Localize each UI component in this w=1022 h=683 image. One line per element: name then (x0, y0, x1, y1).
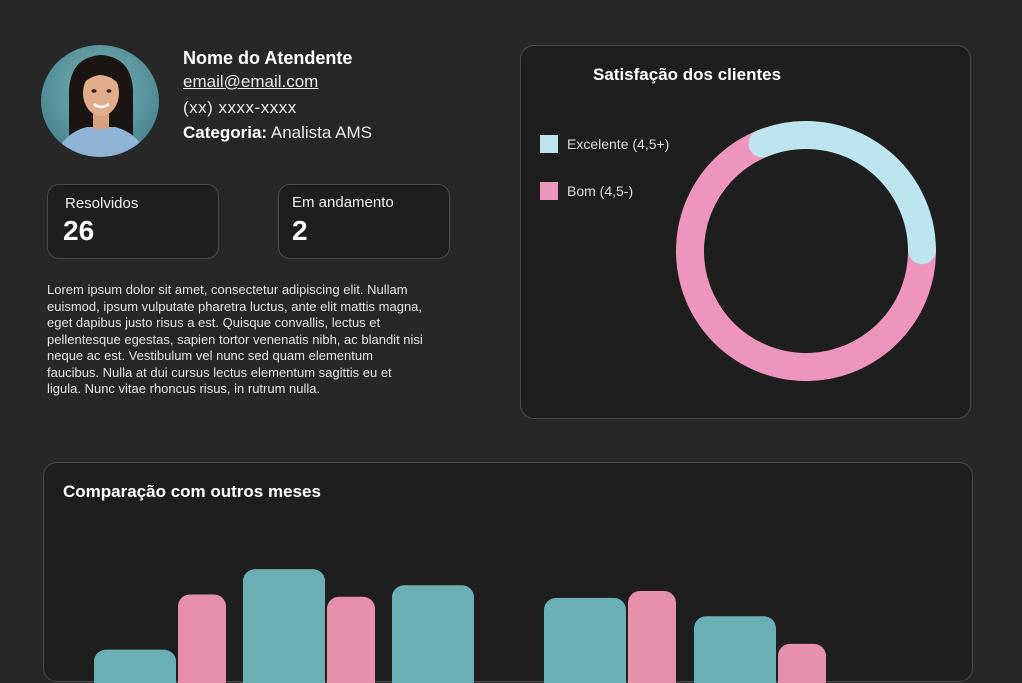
category-value: Analista AMS (267, 123, 372, 142)
comparison-bar-chart (94, 569, 826, 683)
attendant-profile: Nome do Atendente email@email.com (xx) x… (183, 46, 372, 144)
comparison-card: Comparação com outros meses (43, 462, 973, 683)
attendant-avatar (41, 45, 159, 157)
legend-item-excellent: Excelente (4,5+) (540, 135, 669, 153)
in-progress-label: Em andamento (292, 194, 394, 211)
legend-swatch-excellent (540, 135, 558, 153)
resolved-value: 26 (63, 215, 95, 246)
attendant-email-link[interactable]: email@email.com (183, 70, 372, 94)
comparison-bar (778, 643, 826, 683)
donut-slice-excellent (748, 121, 936, 265)
comparison-bar (243, 569, 325, 683)
attendant-description: Lorem ipsum dolor sit amet, consectetur … (47, 282, 423, 396)
in-progress-card: Em andamento 2 (278, 184, 450, 259)
resolved-card: Resolvidos 26 (47, 184, 219, 259)
satisfaction-donut-chart (676, 121, 936, 381)
attendant-category: Categoria: Analista AMS (183, 122, 372, 144)
comparison-bar (392, 585, 474, 683)
legend-label-good: Bom (4,5-) (567, 183, 634, 199)
comparison-bar (94, 649, 176, 683)
resolved-label: Resolvidos (65, 195, 139, 212)
in-progress-value: 2 (292, 215, 308, 246)
legend-swatch-good (540, 182, 558, 200)
comparison-bar (694, 616, 776, 683)
comparison-bar (544, 597, 626, 683)
category-label: Categoria: (183, 123, 268, 142)
attendant-phone: (xx) xxxx-xxxx (183, 98, 297, 117)
comparison-bar (178, 594, 226, 683)
satisfaction-title: Satisfação dos clientes (593, 65, 782, 84)
attendant-name: Nome do Atendente (183, 48, 353, 68)
comparison-bar (327, 596, 375, 683)
comparison-bar (628, 591, 676, 683)
legend-label-excellent: Excelente (4,5+) (567, 136, 670, 152)
satisfaction-card: Satisfação dos clientes Excelente (4,5+)… (520, 45, 971, 419)
legend-item-good: Bom (4,5-) (540, 182, 633, 200)
